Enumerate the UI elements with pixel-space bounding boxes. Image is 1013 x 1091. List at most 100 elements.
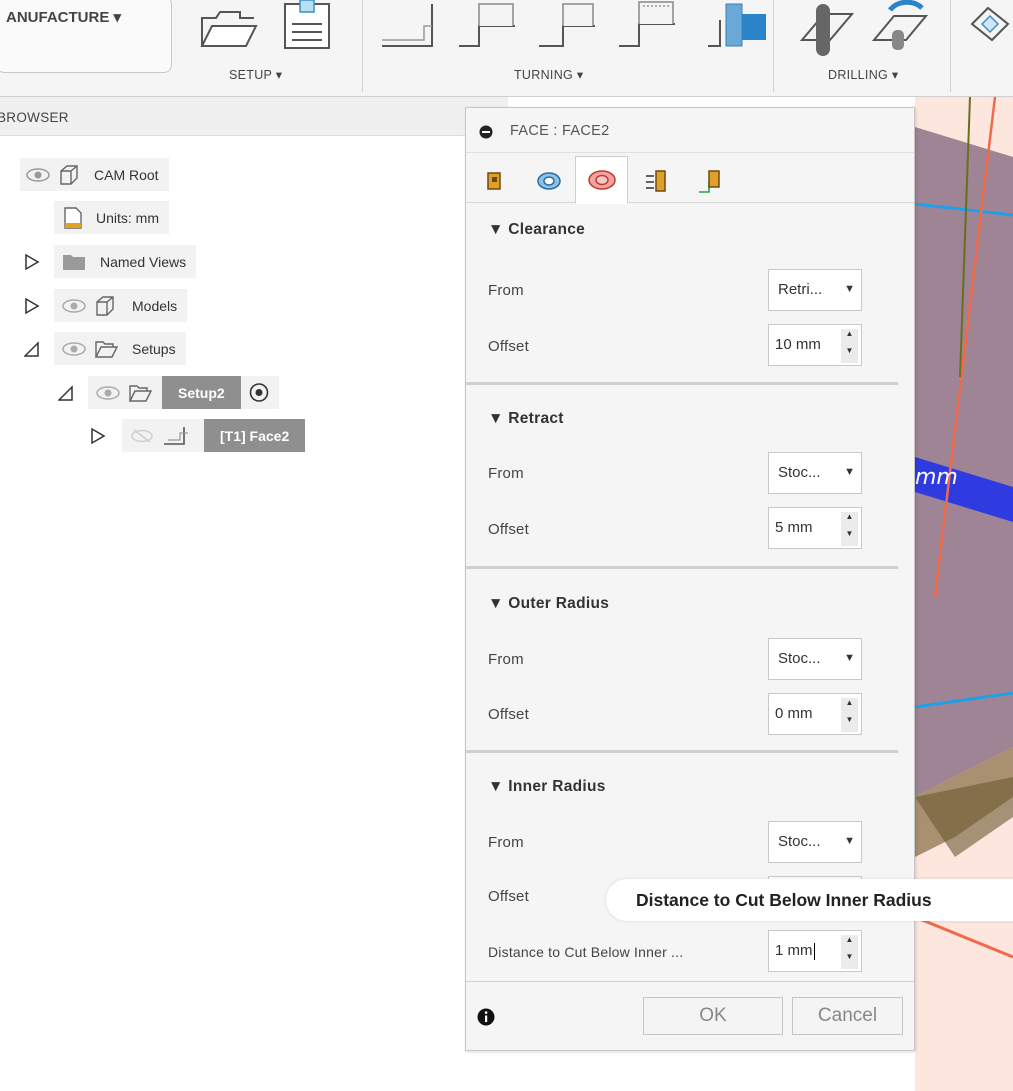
tree-node-named-views[interactable]: Named Views: [24, 245, 197, 278]
workspace-selector[interactable]: ANUFACTURE ▾: [0, 0, 172, 73]
spin-down-icon[interactable]: ▼: [841, 529, 858, 546]
dropdown-arrow-icon: ▼: [844, 466, 855, 478]
turning-face-icon[interactable]: [380, 0, 442, 56]
spinner-value: 0 mm: [775, 705, 813, 722]
outer-offset-spinner[interactable]: 0 mm ▲ ▼: [768, 693, 862, 735]
clearance-from-select[interactable]: Retri... ▼: [768, 269, 862, 311]
document-icon: [64, 206, 82, 229]
tree-node-models[interactable]: Models: [24, 289, 188, 322]
drilling-group-label[interactable]: DRILLING ▾: [828, 67, 898, 82]
spin-down-icon[interactable]: ▼: [841, 952, 858, 969]
spinner-value: 10 mm: [775, 336, 821, 353]
tab-geometry[interactable]: [522, 158, 575, 204]
spin-down-icon[interactable]: ▼: [841, 715, 858, 732]
tree-node-units[interactable]: Units: mm: [54, 201, 169, 234]
tool-tab-icon: [486, 172, 501, 190]
node-pill: Setups: [54, 332, 186, 365]
outer-from-select[interactable]: Stoc... ▼: [768, 638, 862, 680]
node-label: Models: [132, 297, 178, 314]
dialog-title-bar[interactable]: FACE : FACE2: [466, 108, 914, 153]
expand-triangle-icon[interactable]: [24, 253, 40, 271]
tab-heights[interactable]: [575, 156, 628, 204]
tooltip: Distance to Cut Below Inner Radius: [606, 879, 1013, 921]
section-inner-radius-header[interactable]: ▼ Inner Radius: [488, 778, 606, 796]
dialog-title: FACE : FACE2: [510, 123, 610, 139]
setup-group-label[interactable]: SETUP ▾: [229, 67, 282, 82]
retract-offset-spinner[interactable]: 5 mm ▲ ▼: [768, 507, 862, 549]
expand-triangle-icon[interactable]: [90, 427, 106, 445]
retract-from-label: From: [488, 465, 524, 482]
expand-triangle-icon[interactable]: [24, 297, 40, 315]
turning-thread-icon[interactable]: [615, 0, 677, 56]
section-divider: [466, 750, 898, 753]
select-value: Retri...: [778, 281, 823, 298]
clearance-offset-label: Offset: [488, 338, 529, 355]
toolbar-separator: [362, 0, 363, 92]
ok-button[interactable]: OK: [643, 997, 783, 1035]
spin-up-icon[interactable]: ▲: [841, 329, 858, 346]
dimension-label: mm: [915, 465, 958, 490]
turning-profile-icon[interactable]: [455, 0, 517, 56]
select-value: Stoc...: [778, 464, 821, 481]
text-caret: [813, 942, 815, 960]
distance-below-inner-label: Distance to Cut Below Inner ...: [488, 944, 684, 960]
tree-node-face2[interactable]: [T1] Face2: [90, 419, 306, 452]
node-pill: Named Views: [54, 245, 197, 278]
spin-up-icon[interactable]: ▲: [841, 512, 858, 529]
distance-below-inner-spinner[interactable]: 1 mm ▲ ▼: [768, 930, 862, 972]
linking-tab-icon: [698, 170, 720, 193]
tab-tool[interactable]: [468, 158, 521, 204]
graphics-viewport[interactable]: mm: [915, 97, 1013, 1091]
section-retract-header[interactable]: ▼ Retract: [488, 410, 564, 428]
eye-icon[interactable]: [96, 385, 120, 400]
node-label: CAM Root: [94, 166, 159, 183]
section-divider: [466, 382, 898, 385]
milling-icon[interactable]: [968, 0, 1013, 56]
browser-header[interactable]: BROWSER: [0, 97, 508, 136]
turning-groove-icon[interactable]: [535, 0, 597, 56]
tab-linking[interactable]: [683, 158, 736, 204]
dialog-tab-strip: [466, 153, 914, 204]
dialog-footer: OK Cancel: [466, 981, 914, 1050]
eye-icon[interactable]: [62, 298, 86, 313]
collapse-triangle-icon[interactable]: [24, 340, 40, 358]
spin-down-icon[interactable]: ▼: [841, 346, 858, 363]
tab-passes[interactable]: [629, 158, 682, 204]
inner-offset-label: Offset: [488, 888, 529, 905]
section-clearance-header[interactable]: ▼ Clearance: [488, 221, 585, 239]
node-pill: CAM Root: [20, 158, 169, 191]
section-outer-radius-header[interactable]: ▼ Outer Radius: [488, 595, 609, 613]
collapse-dialog-icon[interactable]: [479, 125, 493, 139]
turning-part-icon[interactable]: [704, 0, 768, 56]
node-pill: Setup2: [88, 376, 279, 409]
eye-icon[interactable]: [26, 167, 50, 182]
active-target-icon[interactable]: [240, 376, 279, 409]
outer-offset-label: Offset: [488, 706, 529, 723]
spin-up-icon[interactable]: ▲: [841, 698, 858, 715]
sheet-icon[interactable]: [282, 0, 334, 56]
cancel-button[interactable]: Cancel: [792, 997, 903, 1035]
dropdown-arrow-icon: ▼: [844, 835, 855, 847]
turning-group-label[interactable]: TURNING ▾: [514, 67, 583, 82]
eye-icon[interactable]: [62, 341, 86, 356]
tree-node-cam-root[interactable]: CAM Root: [20, 158, 169, 191]
eye-hidden-icon[interactable]: [130, 428, 154, 444]
spinner-value: 5 mm: [775, 519, 813, 536]
select-value: Stoc...: [778, 833, 821, 850]
tree-node-setup2[interactable]: Setup2: [58, 376, 279, 409]
open-folder-icon: [128, 384, 152, 402]
tree-node-setups[interactable]: Setups: [24, 332, 186, 365]
spinner-value: 1 mm: [775, 942, 813, 959]
collapse-triangle-icon[interactable]: [58, 384, 74, 402]
drill-icon[interactable]: [794, 0, 856, 62]
clearance-offset-spinner[interactable]: 10 mm ▲ ▼: [768, 324, 862, 366]
inner-from-select[interactable]: Stoc... ▼: [768, 821, 862, 863]
retract-from-select[interactable]: Stoc... ▼: [768, 452, 862, 494]
info-icon[interactable]: [477, 1008, 495, 1026]
drill-cycle-icon[interactable]: [868, 0, 930, 56]
node-pill: Models: [54, 289, 188, 322]
clearance-from-label: From: [488, 282, 524, 299]
spin-up-icon[interactable]: ▲: [841, 935, 858, 952]
dropdown-arrow-icon: ▼: [844, 283, 855, 295]
setup-icon[interactable]: [196, 0, 260, 56]
